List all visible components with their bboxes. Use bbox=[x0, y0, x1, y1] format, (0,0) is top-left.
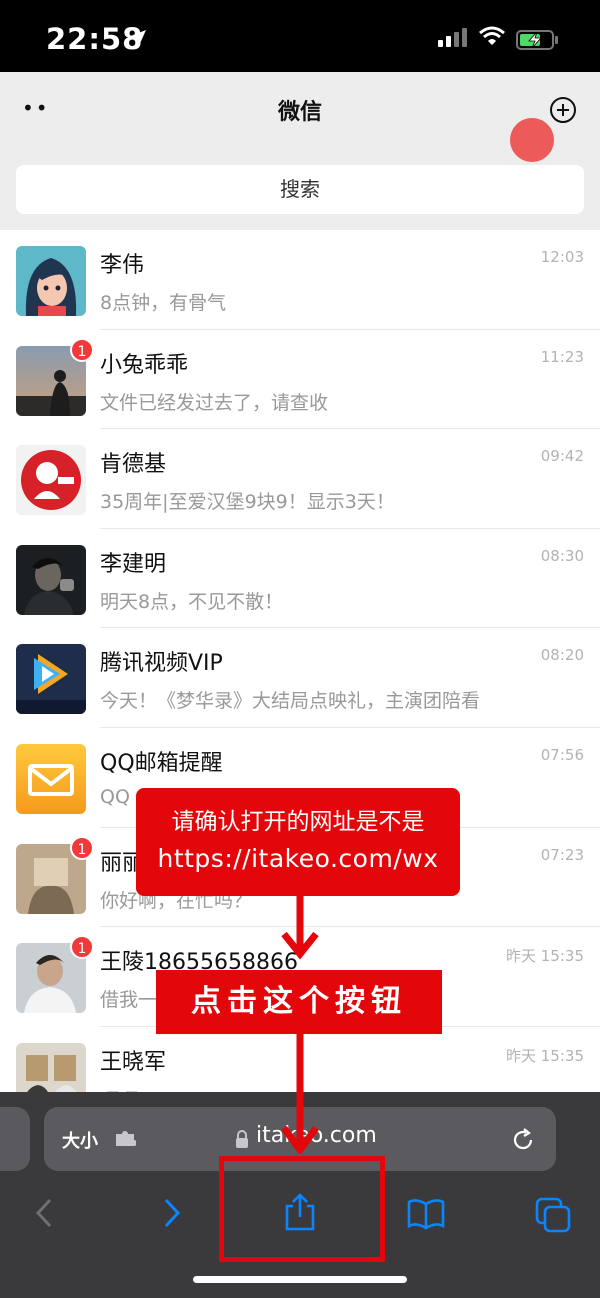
floating-red-dot[interactable] bbox=[510, 118, 554, 162]
chat-preview: QQ bbox=[100, 785, 130, 808]
extension-puzzle-icon[interactable] bbox=[114, 1129, 136, 1149]
status-bar: 22:58 bbox=[0, 0, 600, 72]
forward-chevron-icon[interactable] bbox=[162, 1198, 182, 1228]
chat-name: 王晓军 bbox=[100, 1049, 167, 1075]
unread-badge: 1 bbox=[70, 935, 94, 960]
share-button-highlight bbox=[219, 1156, 385, 1262]
lock-icon bbox=[236, 1130, 248, 1148]
chat-row[interactable]: 李伟 8点钟，有骨气 12:03 bbox=[0, 230, 600, 330]
chat-row[interactable]: 李建明 明天8点，不见不散！ 08:30 bbox=[0, 528, 600, 629]
arrow-down-icon bbox=[281, 1034, 319, 1154]
chat-row[interactable]: 1 小兔乖乖 文件已经发过去了，请查收 11:23 bbox=[0, 329, 600, 430]
reload-icon[interactable] bbox=[510, 1127, 536, 1153]
chat-time: 08:30 bbox=[540, 546, 584, 565]
chat-preview: 借我一 bbox=[100, 989, 158, 1012]
chat-name: QQ邮箱提醒 bbox=[100, 750, 223, 776]
add-plus-icon[interactable] bbox=[549, 96, 577, 124]
chat-preview: 8点钟，有骨气 bbox=[100, 292, 227, 314]
chat-time: 11:23 bbox=[540, 347, 584, 366]
callout-line-1: 请确认打开的网址是不是 bbox=[171, 809, 425, 835]
chat-name: 李建明 bbox=[100, 551, 167, 577]
chat-name: 李伟 bbox=[100, 253, 145, 278]
chat-time: 07:23 bbox=[540, 845, 584, 864]
url-instruction-callout: 请确认打开的网址是不是 https://itakeo.com/wx bbox=[136, 788, 460, 896]
bookmarks-icon[interactable] bbox=[406, 1198, 446, 1230]
chat-preview: 35周年|至爱汉堡9块9！显示3天！ bbox=[100, 491, 395, 514]
chat-preview: 明天8点，不见不散！ bbox=[100, 590, 284, 613]
chat-time: 07:56 bbox=[540, 745, 584, 764]
wifi-icon bbox=[479, 26, 505, 45]
tencent-video-logo bbox=[16, 644, 86, 715]
unread-badge: 1 bbox=[70, 337, 94, 362]
location-arrow-icon bbox=[128, 30, 146, 48]
chat-time: 09:42 bbox=[540, 447, 584, 466]
mail-icon bbox=[16, 743, 86, 814]
search-input[interactable]: 搜索 bbox=[16, 165, 584, 214]
anime-girl-avatar bbox=[16, 246, 86, 316]
cellular-signal-icon bbox=[438, 28, 467, 47]
back-chevron-icon[interactable] bbox=[34, 1198, 54, 1228]
kfc-logo bbox=[16, 445, 86, 516]
chat-time: 12:03 bbox=[540, 248, 584, 266]
battery-charging-icon bbox=[516, 30, 558, 50]
click-button-label: 点击这个按钮 bbox=[156, 970, 442, 1034]
callout-line-2: https://itakeo.com/wx bbox=[157, 844, 439, 873]
chat-preview: 文件已经发过去了，请查收 bbox=[100, 391, 329, 414]
tabs-icon[interactable] bbox=[534, 1196, 572, 1234]
chat-preview: 今天！《梦华录》大结局点映礼，主演团陪看 bbox=[100, 690, 481, 713]
chat-name: 腾讯视频VIP bbox=[100, 651, 223, 677]
chat-row[interactable]: 腾讯视频VIP 今天！《梦华录》大结局点映礼，主演团陪看 08:20 bbox=[0, 628, 600, 728]
chat-name: 肯德基 bbox=[100, 452, 167, 478]
search-area: 搜索 bbox=[0, 150, 600, 230]
chat-row[interactable]: 肯德基 35周年|至爱汉堡9块9！显示3天！ 09:42 bbox=[0, 429, 600, 529]
man-photo-avatar bbox=[16, 544, 86, 615]
chat-time: 昨天 15:35 bbox=[506, 1046, 584, 1065]
previous-tab-edge[interactable] bbox=[0, 1107, 30, 1171]
chat-time: 08:20 bbox=[540, 646, 584, 665]
text-size-button[interactable]: 大小 bbox=[62, 1127, 98, 1153]
home-indicator bbox=[193, 1276, 407, 1283]
unread-badge: 1 bbox=[70, 835, 94, 860]
screen: 22:58 •• 微信 搜索 李伟 8点钟，有骨气 12:03 1 小兔乖乖 文… bbox=[0, 0, 600, 1298]
page-title: 微信 bbox=[277, 100, 322, 125]
arrow-down-icon bbox=[281, 896, 319, 960]
chat-name: 小兔乖乖 bbox=[100, 352, 189, 378]
chat-time: 昨天 15:35 bbox=[506, 947, 584, 966]
